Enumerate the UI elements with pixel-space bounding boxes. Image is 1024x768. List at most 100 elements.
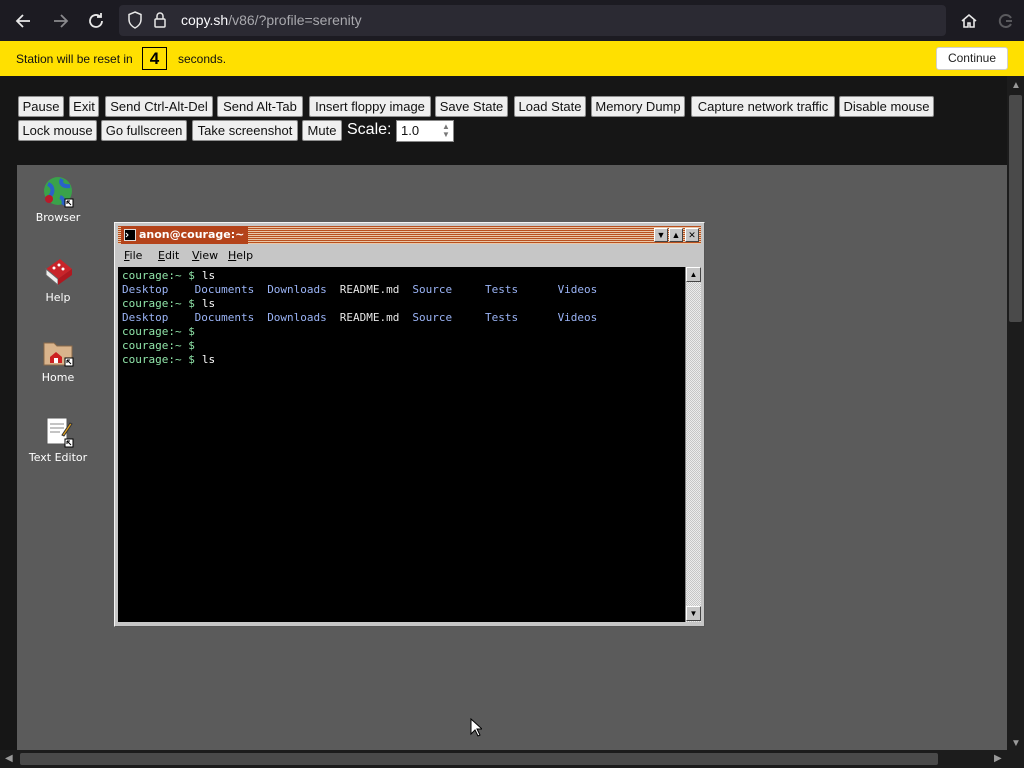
terminal-directory-entry: Downloads [267,283,327,296]
terminal-line: Desktop Documents Downloads README.md Source… [122,311,681,325]
desktop-icon-text-editor[interactable]: Text Editor [23,415,93,464]
scale-value: 1.0 [401,123,420,138]
terminal-scrollbar[interactable]: ▲ ▼ [685,267,701,622]
terminal-line: courage:~ $ [122,325,681,339]
scroll-down-icon[interactable]: ▼ [686,606,701,621]
scroll-right-icon[interactable]: ▶ [994,753,1002,764]
terminal-line: courage:~ $ ls [122,297,681,311]
disable-mouse-button[interactable]: Disable mouse [839,96,934,117]
desktop-icon-label: Home [41,371,75,384]
forward-arrow-icon[interactable] [47,8,73,34]
terminal-app-icon [124,229,136,247]
text-editor-icon [40,415,76,449]
mouse-cursor-icon [470,717,484,742]
help-book-icon [40,255,76,289]
terminal-directory-entry: Source [412,311,453,324]
close-icon[interactable]: ✕ [685,228,699,242]
terminal-menubar: File Edit View Help [118,246,701,266]
reset-countdown: 4 [142,47,167,70]
extension-icon[interactable] [993,8,1019,34]
load-state-button[interactable]: Load State [514,96,586,117]
home-folder-icon [40,335,76,369]
reset-banner-suffix: seconds. [178,52,227,66]
terminal-titlebar[interactable]: anon@courage:~ ▼ ▲ ✕ [118,226,701,244]
terminal-menu-file[interactable]: File [124,249,142,262]
save-state-button[interactable]: Save State [435,96,508,117]
terminal-prompt: courage:~ $ [122,325,195,338]
desktop-icon-home[interactable]: Home [23,335,93,384]
reload-icon[interactable] [83,8,109,34]
terminal-line: courage:~ $ [122,339,681,353]
terminal-directory-entry: Desktop [122,283,169,296]
url-host: copy.sh [181,12,229,28]
shield-icon[interactable] [127,11,143,34]
terminal-prompt: courage:~ $ [122,297,195,310]
send-ctrl-alt-del-button[interactable]: Send Ctrl-Alt-Del [105,96,213,117]
browser-toolbar: copy.sh/v86/?profile=serenity [0,0,1024,41]
desktop-icon-help[interactable]: Help [23,255,93,304]
desktop-icon-label: Text Editor [28,451,88,464]
terminal-title: anon@courage:~ [121,226,249,247]
page-vertical-scroll-thumb[interactable] [1009,95,1022,322]
url-text[interactable]: copy.sh/v86/?profile=serenity [181,12,362,28]
go-fullscreen-button[interactable]: Go fullscreen [101,120,187,141]
reset-banner-prefix: Station will be reset in [16,52,133,66]
scale-input[interactable]: 1.0 ▲ ▼ [396,120,454,142]
insert-floppy-image-button[interactable]: Insert floppy image [309,96,431,117]
terminal-directory-entry: Videos [557,283,598,296]
take-screenshot-button[interactable]: Take screenshot [192,120,298,141]
minimize-icon[interactable]: ▼ [654,228,668,242]
url-path: /v86/?profile=serenity [228,12,362,28]
scroll-up-icon[interactable]: ▲ [1011,80,1021,91]
send-alt-tab-button[interactable]: Send Alt-Tab [217,96,303,117]
pause-button[interactable]: Pause [18,96,64,117]
terminal-file-entry: README.md [339,311,400,324]
terminal-output[interactable]: courage:~ $ ls Desktop Documents Downloads RE… [118,267,685,622]
terminal-title-text: anon@courage:~ [139,228,245,241]
exit-button[interactable]: Exit [69,96,99,117]
terminal-command: ls [201,297,216,310]
terminal-directory-entry: Documents [194,283,255,296]
terminal-prompt: courage:~ $ [122,269,195,282]
back-arrow-icon[interactable] [11,8,37,34]
desktop-icon-browser[interactable]: Browser [23,175,93,224]
desktop-icon-label: Browser [35,211,81,224]
terminal-directory-entry: Source [412,283,453,296]
desktop-icon-label: Help [45,291,71,304]
scroll-left-icon[interactable]: ◀ [5,753,13,764]
url-bar[interactable]: copy.sh/v86/?profile=serenity [119,5,946,36]
terminal-directory-entry: Videos [557,311,598,324]
terminal-directory-entry: Downloads [267,311,327,324]
terminal-file-entry: README.md [339,283,400,296]
memory-dump-button[interactable]: Memory Dump [591,96,685,117]
terminal-line: courage:~ $ ls [122,269,681,283]
terminal-directory-entry: Tests [484,283,519,296]
terminal-window[interactable]: anon@courage:~ ▼ ▲ ✕ File Edit View Help co… [114,222,705,627]
terminal-menu-help[interactable]: Help [228,249,253,262]
continue-button[interactable]: Continue [936,47,1008,70]
lock-icon[interactable] [153,11,167,34]
reset-banner: Station will be reset in 4 seconds. [0,41,1024,76]
scale-spinner-icon[interactable]: ▲ ▼ [441,123,451,139]
terminal-directory-entry: Desktop [122,311,169,324]
terminal-menu-edit[interactable]: Edit [158,249,179,262]
terminal-directory-entry: Documents [194,311,255,324]
home-icon[interactable] [956,8,982,34]
terminal-directory-entry: Tests [484,311,519,324]
scroll-up-icon[interactable]: ▲ [686,267,701,282]
maximize-icon[interactable]: ▲ [669,228,683,242]
terminal-menu-view[interactable]: View [192,249,218,262]
lock-mouse-button[interactable]: Lock mouse [18,120,97,141]
scroll-down-icon[interactable]: ▼ [1011,738,1021,749]
capture-network-traffic-button[interactable]: Capture network traffic [691,96,835,117]
scale-label: Scale: [347,121,392,138]
terminal-line: Desktop Documents Downloads README.md Source… [122,283,681,297]
terminal-command: ls [201,353,216,366]
page-horizontal-scroll-thumb[interactable] [20,753,938,765]
terminal-command: ls [201,269,216,282]
mute-button[interactable]: Mute [302,120,342,141]
terminal-prompt: courage:~ $ [122,353,195,366]
terminal-prompt: courage:~ $ [122,339,195,352]
globe-icon [40,175,76,209]
terminal-line: courage:~ $ ls [122,353,681,367]
